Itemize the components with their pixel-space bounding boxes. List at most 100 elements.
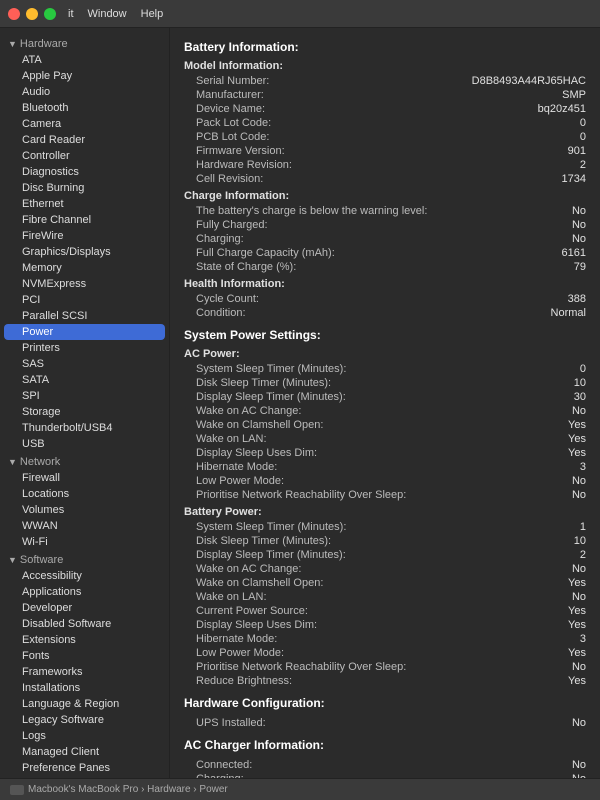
table-row: Fully Charged:No [184,218,586,232]
table-row: Serial Number:D8B8493A44RJ65HAC [184,74,586,88]
table-row: System Sleep Timer (Minutes):1 [184,520,586,534]
sidebar-item-wwan[interactable]: WWAN [0,518,169,534]
sidebar-item-accessibility[interactable]: Accessibility [0,568,169,584]
sidebar-item-disc-burning[interactable]: Disc Burning [0,180,169,196]
sidebar-item-apple-pay[interactable]: Apple Pay [0,68,169,84]
sidebar-item-legacy-software[interactable]: Legacy Software [0,712,169,728]
sidebar-group-label-network: Network [20,456,60,468]
main-layout: ▼ Hardware ATA Apple Pay Audio Bluetooth… [0,28,600,778]
maximize-button[interactable] [44,8,56,20]
menu-item-edit[interactable]: it [68,8,74,20]
table-row: Device Name:bq20z451 [184,102,586,116]
table-row: PCB Lot Code:0 [184,130,586,144]
hardware-config-title: Hardware Configuration: [184,696,586,710]
health-info-group: Health Information: Cycle Count:388 Cond… [184,278,586,320]
sidebar-item-frameworks[interactable]: Frameworks [0,664,169,680]
sidebar-item-applications[interactable]: Applications [0,584,169,600]
ac-charger-title: AC Charger Information: [184,738,586,752]
sidebar-item-volumes[interactable]: Volumes [0,502,169,518]
model-info-title: Model Information: [184,60,586,72]
sidebar-item-firewire[interactable]: FireWire [0,228,169,244]
macbook-icon [10,785,24,795]
sidebar-item-managed-client[interactable]: Managed Client [0,744,169,760]
table-row: Prioritise Network Reachability Over Sle… [184,488,586,502]
table-row: Reduce Brightness:Yes [184,674,586,688]
table-row: Wake on Clamshell Open:Yes [184,418,586,432]
titlebar: it Window Help [0,0,600,28]
sidebar-item-ata[interactable]: ATA [0,52,169,68]
sidebar-item-firewall[interactable]: Firewall [0,470,169,486]
sidebar-item-printers[interactable]: Printers [0,340,169,356]
sidebar-item-bluetooth[interactable]: Bluetooth [0,100,169,116]
table-row: Condition:Normal [184,306,586,320]
battery-info-title: Battery Information: [184,40,586,54]
model-info-group: Model Information: Serial Number:D8B8493… [184,60,586,186]
sidebar-item-language-region[interactable]: Language & Region [0,696,169,712]
table-row: Display Sleep Uses Dim:Yes [184,446,586,460]
sidebar-item-extensions[interactable]: Extensions [0,632,169,648]
sidebar-item-fibre-channel[interactable]: Fibre Channel [0,212,169,228]
health-info-title: Health Information: [184,278,586,290]
table-row: Hibernate Mode:3 [184,460,586,474]
sidebar-item-usb[interactable]: USB [0,436,169,452]
table-row: Wake on Clamshell Open:Yes [184,576,586,590]
sidebar-item-disabled-software[interactable]: Disabled Software [0,616,169,632]
table-row: Firmware Version:901 [184,144,586,158]
sidebar-item-parallel-scsi[interactable]: Parallel SCSI [0,308,169,324]
sidebar-item-thunderbolt-usb4[interactable]: Thunderbolt/USB4 [0,420,169,436]
sidebar-item-graphics-displays[interactable]: Graphics/Displays [0,244,169,260]
menu-item-help[interactable]: Help [141,8,164,20]
table-row: Cycle Count:388 [184,292,586,306]
sidebar-group-hardware[interactable]: ▼ Hardware [0,34,169,52]
sidebar-item-preference-panes[interactable]: Preference Panes [0,760,169,776]
sidebar-item-locations[interactable]: Locations [0,486,169,502]
sidebar-item-audio[interactable]: Audio [0,84,169,100]
sidebar-group-label-hardware: Hardware [20,38,68,50]
sidebar-item-memory[interactable]: Memory [0,260,169,276]
sidebar-item-nvmexpress[interactable]: NVMExpress [0,276,169,292]
table-row: Pack Lot Code:0 [184,116,586,130]
sidebar-item-ethernet[interactable]: Ethernet [0,196,169,212]
battery-power-title: Battery Power: [184,506,586,518]
traffic-lights [8,8,56,20]
content-area: Battery Information: Model Information: … [170,28,600,778]
table-row: Full Charge Capacity (mAh):6161 [184,246,586,260]
table-row: Disk Sleep Timer (Minutes):10 [184,376,586,390]
menu-item-window[interactable]: Window [88,8,127,20]
table-row: State of Charge (%):79 [184,260,586,274]
sidebar-item-storage[interactable]: Storage [0,404,169,420]
sidebar-item-diagnostics[interactable]: Diagnostics [0,164,169,180]
sidebar-group-software[interactable]: ▼ Software [0,550,169,568]
sidebar-item-card-reader[interactable]: Card Reader [0,132,169,148]
table-row: Wake on LAN:Yes [184,432,586,446]
table-row: Wake on AC Change:No [184,562,586,576]
sidebar-item-installations[interactable]: Installations [0,680,169,696]
table-row: System Sleep Timer (Minutes):0 [184,362,586,376]
sidebar-item-spi[interactable]: SPI [0,388,169,404]
sidebar-item-fonts[interactable]: Fonts [0,648,169,664]
sidebar-item-camera[interactable]: Camera [0,116,169,132]
sidebar-item-developer[interactable]: Developer [0,600,169,616]
table-row: Cell Revision:1734 [184,172,586,186]
arrow-icon: ▼ [8,39,17,49]
sidebar-item-logs[interactable]: Logs [0,728,169,744]
arrow-icon: ▼ [8,457,17,467]
sidebar-item-sas[interactable]: SAS [0,356,169,372]
menu-bar: it Window Help [68,8,163,20]
sidebar-item-controller[interactable]: Controller [0,148,169,164]
table-row: Display Sleep Timer (Minutes):30 [184,390,586,404]
table-row: Wake on AC Change:No [184,404,586,418]
system-power-title: System Power Settings: [184,328,586,342]
sidebar-item-power[interactable]: Power [4,324,165,340]
sidebar-item-wifi[interactable]: Wi-Fi [0,534,169,550]
battery-power-section: Battery Power: System Sleep Timer (Minut… [184,506,586,688]
sidebar-item-sata[interactable]: SATA [0,372,169,388]
sidebar-group-network[interactable]: ▼ Network [0,452,169,470]
table-row: Display Sleep Uses Dim:Yes [184,618,586,632]
close-button[interactable] [8,8,20,20]
table-row: Low Power Mode:No [184,474,586,488]
arrow-icon: ▼ [8,555,17,565]
sidebar-item-pci[interactable]: PCI [0,292,169,308]
minimize-button[interactable] [26,8,38,20]
table-row: The battery's charge is below the warnin… [184,204,586,218]
